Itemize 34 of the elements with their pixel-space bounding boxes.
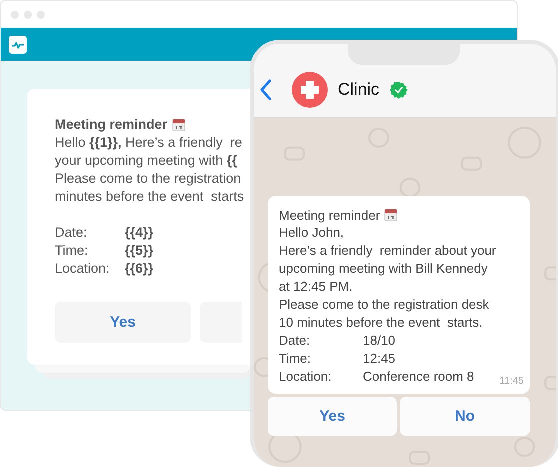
message-text: 10 minutes before the event starts. bbox=[279, 314, 484, 332]
field-value: 12:45 bbox=[363, 350, 397, 368]
message-text: your upcoming meeting with {{ bbox=[55, 152, 238, 170]
field-value: {{4}} bbox=[125, 224, 154, 242]
message-title: Meeting reminder bbox=[55, 117, 168, 132]
field-value: 18/10 bbox=[363, 332, 397, 350]
message-time: 11:45 bbox=[500, 376, 524, 387]
medical-cross-avatar-icon bbox=[292, 72, 328, 108]
field-value: {{6}} bbox=[125, 260, 154, 278]
field-label: Date: bbox=[55, 224, 88, 242]
message-text: Please come to the registration bbox=[55, 170, 242, 188]
message-text: Hello John, bbox=[279, 224, 346, 242]
field-label: Time: bbox=[55, 242, 90, 260]
message-text: Hello {{1}}, Here’s a friendly re bbox=[55, 134, 244, 152]
field-value: Conference room 8 bbox=[363, 368, 474, 386]
calendar-icon bbox=[384, 208, 398, 222]
message-text: at 12:45 PM. bbox=[279, 278, 354, 296]
message-text: Here’s a friendly reminder about your bbox=[279, 242, 498, 260]
message-text: Please come to the registration desk bbox=[279, 296, 490, 314]
pulse-logo-icon[interactable] bbox=[9, 36, 27, 54]
back-icon[interactable] bbox=[260, 78, 272, 100]
reply-button[interactable]: Yes bbox=[268, 397, 397, 436]
message-title: Meeting reminder bbox=[279, 208, 380, 222]
message-text: minutes before the event starts bbox=[55, 188, 246, 206]
message-text: upcoming meeting with Bill Kennedy bbox=[279, 260, 489, 278]
field-label: Time: bbox=[279, 350, 312, 368]
calendar-icon bbox=[172, 118, 186, 132]
reply-button[interactable]: Yes bbox=[55, 302, 191, 343]
field-value: {{5}} bbox=[125, 242, 154, 260]
contact-name: Clinic bbox=[338, 80, 380, 100]
field-label: Location: bbox=[279, 368, 333, 386]
reply-button[interactable]: No bbox=[400, 397, 530, 436]
field-label: Location: bbox=[55, 260, 111, 278]
field-label: Date: bbox=[279, 332, 312, 350]
